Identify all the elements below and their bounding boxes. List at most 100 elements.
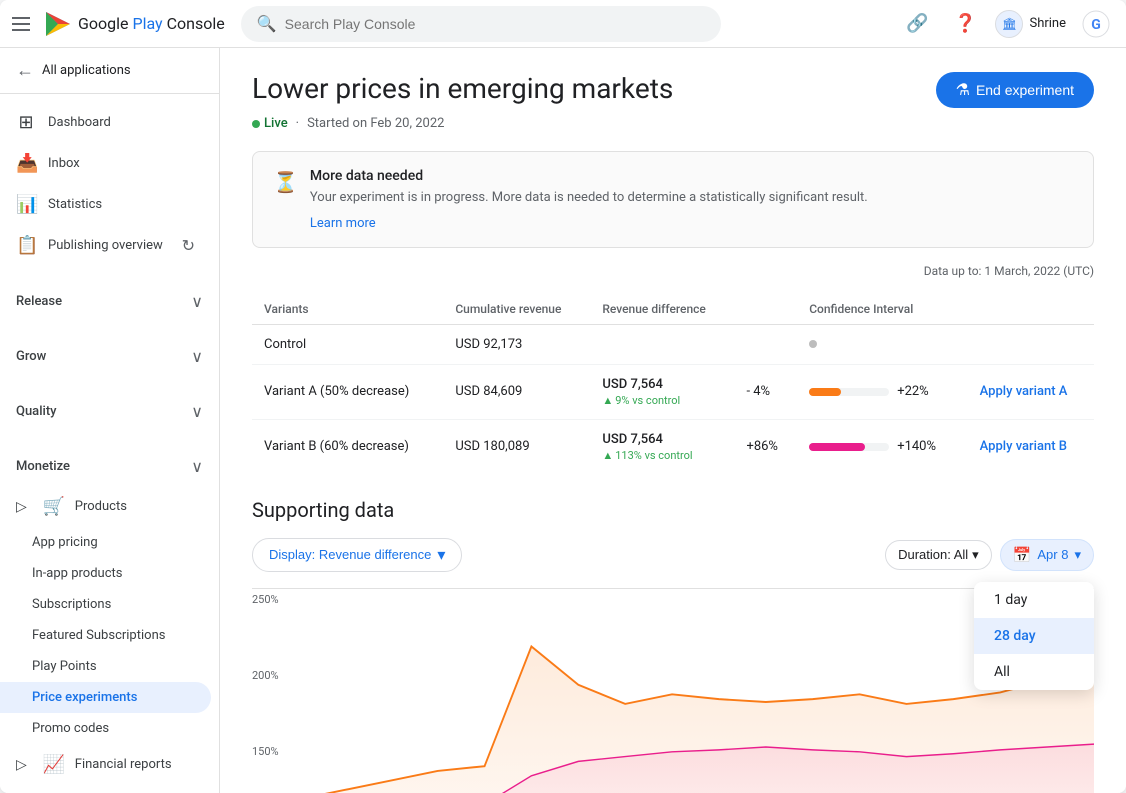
sidebar: ← All applications ⊞ Dashboard 📥 Inbox 📊… — [0, 48, 220, 793]
y-label-250: 250% — [252, 593, 292, 606]
duration-btn[interactable]: Duration: All ▾ — [885, 540, 992, 570]
variant-a-action: Apply variant A — [968, 364, 1094, 419]
link-icon-btn[interactable]: 🔗 — [899, 6, 935, 42]
dashboard-icon: ⊞ — [16, 112, 36, 133]
live-status: Live — [252, 116, 288, 131]
grow-chevron: ∨ — [191, 347, 203, 366]
banner-content: More data needed Your experiment is in p… — [310, 168, 1073, 231]
sidebar-item-dashboard[interactable]: ⊞ Dashboard — [0, 102, 211, 143]
control-cumulative-revenue: USD 92,173 — [443, 324, 590, 364]
top-nav-section: ⊞ Dashboard 📥 Inbox 📊 Statistics 📋 Publi… — [0, 94, 219, 274]
search-input[interactable] — [285, 16, 705, 32]
duration-label: Duration: All — [898, 547, 968, 562]
app-title: Google Play Console — [78, 14, 225, 33]
learn-more-link[interactable]: Learn more — [310, 216, 376, 231]
col-variants: Variants — [252, 294, 443, 325]
variant-a-confidence: +22% — [797, 364, 967, 419]
user-profile[interactable]: 🏛 Shrine — [995, 10, 1066, 38]
variant-b-bar-fill — [809, 443, 865, 451]
variant-a-vs-control-text: 9% vs control — [615, 394, 680, 407]
hourglass-icon: ⏳ — [273, 170, 298, 194]
google-account-icon[interactable]: G — [1078, 6, 1114, 42]
variant-a-conf-bar: +22% — [809, 384, 955, 399]
display-btn-label: Display: Revenue difference — [269, 547, 431, 562]
variant-b-bar-container — [809, 443, 889, 451]
apply-variant-a-btn[interactable]: Apply variant A — [980, 384, 1068, 399]
variant-b-name: Variant B (60% decrease) — [252, 419, 443, 474]
variant-a-arrow: ▲ — [602, 394, 613, 407]
display-dropdown-btn[interactable]: Display: Revenue difference ▾ — [252, 538, 462, 572]
monetize-header[interactable]: Monetize ∨ — [0, 447, 219, 486]
release-header[interactable]: Release ∨ — [0, 282, 219, 321]
chart-area: 250% 200% 150% 50% — [252, 588, 1094, 793]
sidebar-item-play-points[interactable]: Play Points — [0, 651, 211, 682]
refresh-icon[interactable]: ↻ — [182, 236, 195, 255]
apply-variant-b-btn[interactable]: Apply variant B — [980, 439, 1067, 454]
date-btn[interactable]: 📅 Apr 8 ▾ — [1000, 539, 1094, 571]
publishing-icon: 📋 — [16, 235, 36, 256]
dashboard-label: Dashboard — [48, 115, 111, 130]
play-text: Play — [132, 14, 166, 33]
products-label: Products — [75, 499, 127, 514]
display-chevron-icon: ▾ — [437, 545, 445, 565]
col-cumulative-revenue: Cumulative revenue — [443, 294, 590, 325]
app-pricing-label: App pricing — [32, 535, 98, 550]
sidebar-item-app-pricing[interactable]: App pricing — [0, 527, 211, 558]
sidebar-item-in-app-products[interactable]: In-app products — [0, 558, 211, 589]
variant-a-revenue-diff: USD 7,564 ▲ 9% vs control — [590, 364, 734, 419]
user-avatar: 🏛 — [995, 10, 1023, 38]
col-revenue-difference: Revenue difference — [590, 294, 734, 325]
financial-icon: 📈 — [43, 754, 63, 775]
y-label-150: 150% — [252, 745, 292, 758]
release-label: Release — [16, 294, 62, 309]
banner-text: Your experiment is in progress. More dat… — [310, 188, 1073, 208]
live-dot — [252, 120, 260, 128]
quality-chevron: ∨ — [191, 402, 203, 421]
subscriptions-label: Subscriptions — [32, 597, 111, 612]
back-to-all-apps[interactable]: ← All applications — [0, 48, 219, 94]
variant-b-vs-control: ▲ 113% vs control — [602, 449, 722, 462]
dropdown-item-28day[interactable]: 28 day — [974, 618, 1094, 654]
variant-b-arrow: ▲ — [602, 449, 613, 462]
search-box[interactable]: 🔍 — [241, 6, 721, 42]
sidebar-item-monetization-setup[interactable]: ⚙ Monetization setup — [0, 785, 211, 793]
sidebar-item-featured-subscriptions[interactable]: Featured Subscriptions — [0, 620, 211, 651]
featured-subscriptions-label: Featured Subscriptions — [32, 628, 165, 643]
dropdown-item-1day[interactable]: 1 day — [974, 582, 1094, 618]
monetize-label: Monetize — [16, 459, 70, 474]
variant-b-vs-control-text: 113% vs control — [615, 449, 692, 462]
date-label: Apr 8 — [1037, 547, 1068, 562]
col-confidence-interval: Confidence Interval — [797, 294, 967, 325]
menu-icon[interactable] — [12, 12, 36, 36]
play-logo-icon — [44, 10, 72, 38]
products-icon: 🛒 — [43, 496, 63, 517]
release-section: Release ∨ — [0, 274, 219, 329]
sidebar-item-statistics[interactable]: 📊 Statistics — [0, 184, 211, 225]
variant-b-conf-value: +140% — [897, 439, 936, 454]
topbar-logo: Google Play Console — [44, 10, 225, 38]
sidebar-item-price-experiments[interactable]: Price experiments — [0, 682, 211, 713]
variant-a-vs-control: ▲ 9% vs control — [602, 394, 722, 407]
sidebar-item-financial-reports[interactable]: ▷ 📈 Financial reports — [0, 744, 211, 785]
control-confidence — [797, 324, 967, 364]
sidebar-item-publishing-overview[interactable]: 📋 Publishing overview ↻ — [0, 225, 211, 266]
variant-b-confidence: +140% — [797, 419, 967, 474]
content-header: Lower prices in emerging markets ⚗ End e… — [252, 72, 1094, 108]
sidebar-item-products[interactable]: ▷ 🛒 Products — [0, 486, 211, 527]
sidebar-item-subscriptions[interactable]: Subscriptions — [0, 589, 211, 620]
date-chevron-icon: ▾ — [1074, 547, 1081, 563]
sidebar-item-inbox[interactable]: 📥 Inbox — [0, 143, 211, 184]
dropdown-item-all[interactable]: All — [974, 654, 1094, 690]
sidebar-item-promo-codes[interactable]: Promo codes — [0, 713, 211, 744]
search-icon: 🔍 — [257, 14, 277, 33]
started-on: Started on Feb 20, 2022 — [307, 116, 444, 131]
table-row-variant-b: Variant B (60% decrease) USD 180,089 USD… — [252, 419, 1094, 474]
help-icon-btn[interactable]: ❓ — [947, 6, 983, 42]
end-experiment-button[interactable]: ⚗ End experiment — [936, 72, 1094, 108]
in-app-products-label: In-app products — [32, 566, 122, 581]
quality-header[interactable]: Quality ∨ — [0, 392, 219, 431]
control-action — [968, 324, 1094, 364]
page-title: Lower prices in emerging markets — [252, 72, 673, 105]
grow-header[interactable]: Grow ∨ — [0, 337, 219, 376]
supporting-data-title: Supporting data — [252, 498, 1094, 522]
